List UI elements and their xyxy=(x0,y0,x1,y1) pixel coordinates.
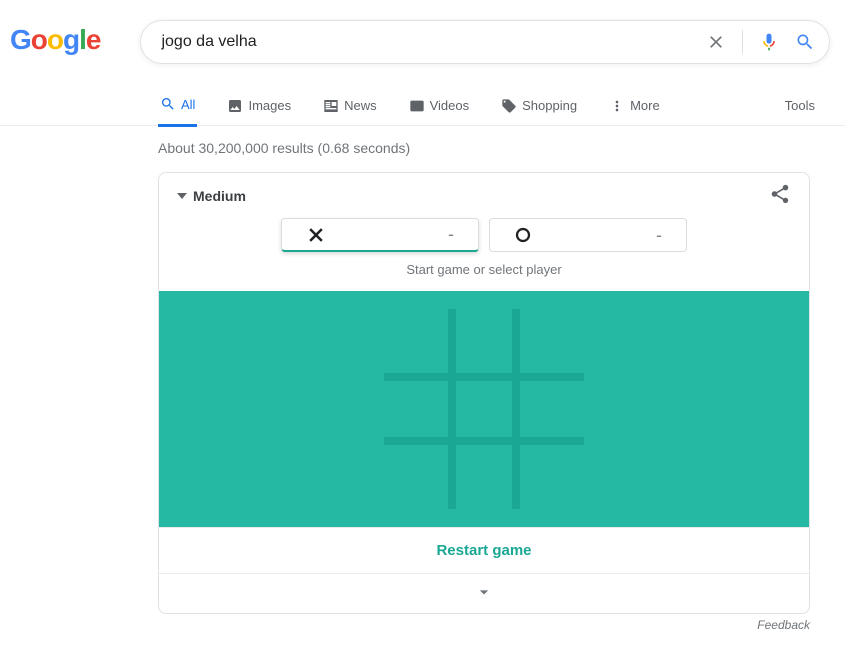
search-icon[interactable] xyxy=(795,32,815,52)
expand-button[interactable] xyxy=(159,574,809,613)
video-icon xyxy=(409,98,425,114)
o-icon xyxy=(514,226,532,244)
game-hint: Start game or select player xyxy=(159,258,809,291)
share-icon[interactable] xyxy=(769,183,791,208)
search-bar[interactable] xyxy=(140,20,830,64)
tab-label: Shopping xyxy=(522,98,577,113)
tab-label: Images xyxy=(248,98,291,113)
divider xyxy=(742,30,743,54)
difficulty-dropdown[interactable]: Medium xyxy=(177,188,246,204)
more-vert-icon xyxy=(609,98,625,114)
result-stats: About 30,200,000 results (0.68 seconds) xyxy=(158,140,845,156)
board-cell-4[interactable] xyxy=(452,377,516,441)
board-cell-0[interactable] xyxy=(384,309,448,373)
restart-button[interactable]: Restart game xyxy=(159,527,809,574)
board-cell-8[interactable] xyxy=(520,445,584,509)
chevron-down-icon xyxy=(474,582,494,602)
tab-label: More xyxy=(630,98,660,113)
board-cell-7[interactable] xyxy=(452,445,516,509)
logo-letter: o xyxy=(47,24,63,56)
news-icon xyxy=(323,98,339,114)
difficulty-label: Medium xyxy=(193,188,246,204)
tab-label: All xyxy=(181,97,195,112)
game-board xyxy=(384,309,584,509)
shopping-icon xyxy=(501,98,517,114)
search-input[interactable] xyxy=(159,32,706,52)
board-cell-2[interactable] xyxy=(520,309,584,373)
image-icon xyxy=(227,98,243,114)
search-icon xyxy=(160,96,176,112)
mic-icon[interactable] xyxy=(759,32,779,52)
clear-icon[interactable] xyxy=(706,32,726,52)
game-board-area xyxy=(159,291,809,527)
player-x-button[interactable]: - xyxy=(281,218,479,252)
search-tabs: All Images News Videos Shopping More Too… xyxy=(0,86,845,126)
player-o-button[interactable]: - xyxy=(489,218,687,252)
tab-news[interactable]: News xyxy=(321,98,379,126)
tab-images[interactable]: Images xyxy=(225,98,293,126)
x-score: - xyxy=(448,224,454,245)
board-cell-5[interactable] xyxy=(520,377,584,441)
logo-letter: o xyxy=(31,24,47,56)
x-icon xyxy=(306,225,326,245)
tab-all[interactable]: All xyxy=(158,96,197,127)
board-cell-6[interactable] xyxy=(384,445,448,509)
logo-letter: e xyxy=(86,24,101,56)
logo-letter: G xyxy=(10,24,31,56)
tab-more[interactable]: More xyxy=(607,98,662,126)
tab-shopping[interactable]: Shopping xyxy=(499,98,579,126)
tic-tac-toe-card: Medium - - Start game or select player xyxy=(158,172,810,614)
tab-label: Videos xyxy=(430,98,470,113)
board-cell-1[interactable] xyxy=(452,309,516,373)
logo-letter: l xyxy=(79,24,86,56)
feedback-link[interactable]: Feedback xyxy=(158,618,810,632)
tools-link[interactable]: Tools xyxy=(785,98,815,113)
logo-letter: g xyxy=(63,24,79,56)
google-logo[interactable]: Google xyxy=(10,24,100,56)
tab-videos[interactable]: Videos xyxy=(407,98,472,126)
tab-label: News xyxy=(344,98,377,113)
o-score: - xyxy=(656,225,662,246)
board-cell-3[interactable] xyxy=(384,377,448,441)
chevron-down-icon xyxy=(177,191,187,201)
